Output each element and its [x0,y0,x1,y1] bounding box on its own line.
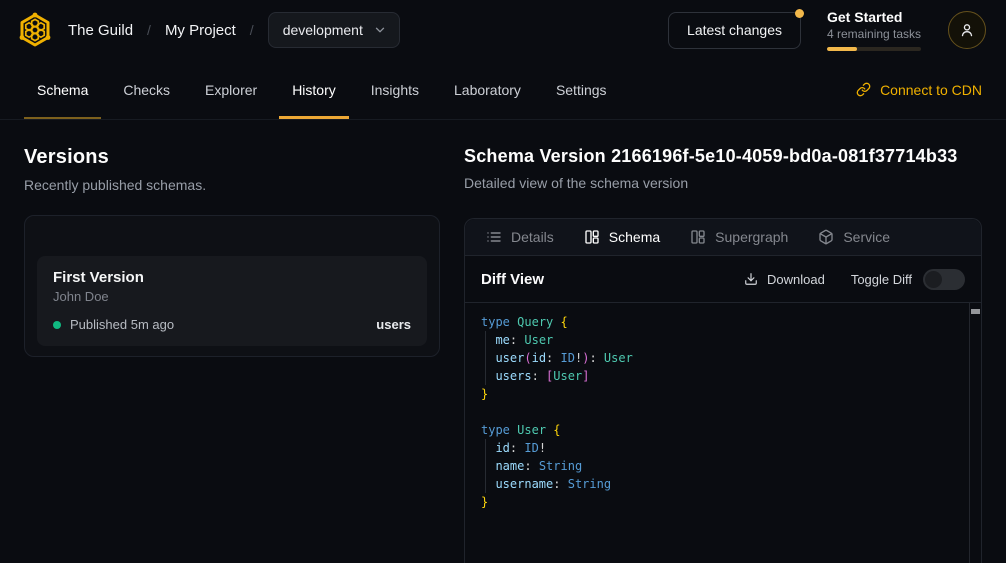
code-scrollbar[interactable] [969,303,981,563]
diff-view-header: Diff View Download Toggle Diff [465,256,981,303]
indent-guide [485,331,486,385]
code-scrollbar-thumb[interactable] [971,309,980,314]
connect-to-cdn-label: Connect to CDN [880,82,982,98]
get-started-progress-fill [827,47,857,51]
toggle-diff-switch[interactable] [923,269,965,290]
version-author: John Doe [53,289,411,304]
get-started-widget[interactable]: Get Started 4 remaining tasks [827,9,922,51]
breadcrumb-project[interactable]: My Project [165,22,236,39]
version-list-item[interactable]: First Version John Doe Published 5m ago … [37,256,427,346]
tab-insights[interactable]: Insights [358,60,432,119]
columns-icon [690,229,706,245]
detail-tab-schema[interactable]: Schema [569,219,675,255]
detail-tabs: Details Schema Sup [465,219,981,256]
version-name: First Version [53,269,411,286]
content: Versions Recently published schemas. Fir… [0,120,1006,563]
tab-settings[interactable]: Settings [543,60,620,119]
download-label: Download [767,272,825,287]
get-started-title: Get Started [827,9,922,25]
schema-code: type Query { me: User user(id: ID!): Use… [481,313,953,511]
target-selector[interactable]: development [268,12,400,48]
versions-section: Versions Recently published schemas. Fir… [24,146,440,563]
cube-icon [818,229,834,245]
hive-logo[interactable] [16,11,54,49]
chevron-down-icon [373,23,387,37]
main-nav: Schema Checks Explorer History Insights … [0,60,1006,120]
tab-explorer[interactable]: Explorer [192,60,270,119]
schema-code-viewer: type Query { me: User user(id: ID!): Use… [465,303,981,563]
tab-history[interactable]: History [279,60,349,119]
detail-tab-supergraph[interactable]: Supergraph [675,219,803,255]
tab-laboratory[interactable]: Laboratory [441,60,534,119]
connect-to-cdn-button[interactable]: Connect to CDN [856,60,982,119]
target-selector-value: development [283,22,363,38]
version-detail-title: Schema Version 2166196f-5e10-4059-bd0a-0… [464,146,982,167]
tab-schema[interactable]: Schema [24,60,101,119]
latest-changes-label: Latest changes [687,22,782,38]
indent-guide [485,439,486,493]
toggle-diff-control: Toggle Diff [851,269,965,290]
top-header: The Guild / My Project / development Lat… [0,0,1006,60]
version-detail-panel: Details Schema Sup [464,218,982,563]
get-started-progress-bar [827,47,921,51]
versions-subtitle: Recently published schemas. [24,177,440,193]
latest-changes-button[interactable]: Latest changes [668,12,801,49]
version-status: Published 5m ago [70,317,174,332]
breadcrumb: The Guild / My Project / development [68,12,400,48]
detail-tab-details[interactable]: Details [471,219,569,255]
toggle-knob [925,271,942,288]
detail-tab-service[interactable]: Service [803,219,905,255]
detail-tab-label: Schema [609,229,660,245]
version-detail-subtitle: Detailed view of the schema version [464,175,982,191]
versions-title: Versions [24,146,440,169]
download-button[interactable]: Download [744,272,825,287]
versions-card: First Version John Doe Published 5m ago … [24,215,440,357]
notification-dot [795,9,804,18]
get-started-subtitle: 4 remaining tasks [827,27,922,41]
breadcrumb-separator: / [147,22,151,38]
user-avatar[interactable] [948,11,986,49]
tab-checks[interactable]: Checks [110,60,183,119]
breadcrumb-org[interactable]: The Guild [68,22,133,39]
version-service-badge: users [376,317,411,332]
version-detail-section: Schema Version 2166196f-5e10-4059-bd0a-0… [464,146,982,563]
hive-logo-icon [17,12,53,48]
list-icon [486,229,502,245]
person-icon [958,21,976,39]
link-icon [856,82,871,97]
detail-tab-label: Service [843,229,890,245]
detail-tab-label: Details [511,229,554,245]
diff-view-title: Diff View [481,271,544,288]
columns-icon [584,229,600,245]
version-meta: Published 5m ago users [53,317,411,332]
toggle-diff-label: Toggle Diff [851,272,912,287]
detail-tab-label: Supergraph [715,229,788,245]
published-status-dot [53,321,61,329]
download-icon [744,272,758,286]
breadcrumb-separator: / [250,22,254,38]
